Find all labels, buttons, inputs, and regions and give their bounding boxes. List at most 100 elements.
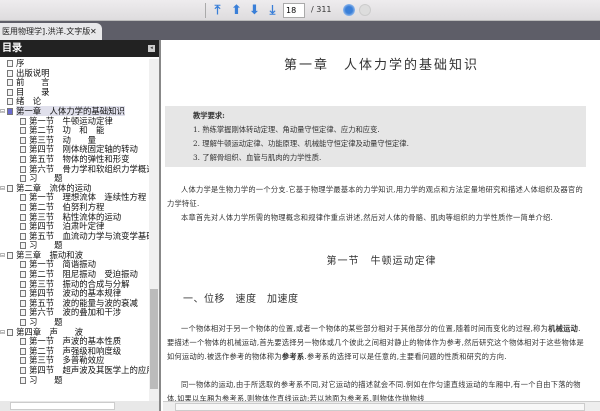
toc-item-label: 第五节 血流动力学与流变学基础 — [29, 230, 149, 241]
page-icon — [20, 347, 26, 355]
intro-paragraph: 人体力学是生物力学的一个分支.它基于物理学最基本的力学知识,用力学的观点和方法定… — [167, 185, 584, 208]
text: .参考系的选择可以是任意的,主要看问题的性质和研究的方向. — [304, 352, 507, 361]
stop-icon[interactable] — [359, 4, 371, 16]
body-paragraph: 一个物体相对于另一个物体的位置,或者一个物体的某些部分相对于其他部分的位置,随着… — [167, 322, 585, 364]
toc-item-label: 第五节 波的能量与波的衰减 — [29, 297, 138, 308]
requirements-box: 教学要求: 1. 熟练掌握刚体转动定理、角动量守恒定律、应力和应变. 2. 理解… — [165, 106, 586, 167]
toc-item-label: 第四章 声 波 — [16, 326, 83, 337]
document-horizontal-scrollbar[interactable] — [163, 401, 600, 411]
page-icon — [20, 232, 26, 240]
toc-item-label: 第六节 波的叠加和干涉 — [29, 307, 122, 318]
toc-item-label: 第三节 动 量 — [29, 134, 96, 145]
toolbar-divider — [205, 3, 206, 18]
toc-item-label: 第一章 人体力学的基础知识 — [16, 105, 125, 116]
toc-item-label: 第三节 粘性流体的运动 — [29, 211, 122, 222]
toc-item-label: 习 题 — [29, 317, 63, 328]
toc-item-label: 第一节 简谐振动 — [29, 259, 96, 270]
page-icon — [20, 213, 26, 221]
sidebar-title: 目录 — [2, 43, 22, 54]
chapter-title: 第一章 人体力学的基础知识 — [283, 58, 479, 73]
toc-item-label: 第二节 伯努利方程 — [29, 201, 105, 212]
toc-item-label: 第二节 功 和 能 — [29, 125, 105, 136]
toc-item[interactable]: 第四节 超声波及其医学上的应用 — [0, 365, 149, 376]
sidebar-vertical-scrollbar[interactable] — [149, 59, 159, 401]
page-icon — [7, 98, 13, 106]
sidebar-horizontal-scrollbar[interactable] — [0, 401, 159, 411]
toc-item-label: 习 题 — [29, 173, 63, 184]
toc-item-label: 第六节 骨力学和软组织力学概述 — [29, 163, 149, 174]
page-icon — [7, 60, 13, 67]
page-icon — [20, 280, 26, 288]
page-icon — [20, 165, 26, 173]
requirement-item: 3. 了解骨组织、血管与肌肉的力学性质. — [193, 153, 322, 162]
page-icon — [7, 79, 13, 87]
previous-page-icon[interactable]: ⬆ — [229, 3, 244, 18]
toc-item[interactable]: 第六节 波的叠加和干涉 — [0, 308, 149, 318]
page-icon — [20, 357, 26, 365]
toolbar: ⤒ ⬆ ⬇ ⤓ / 311 — [0, 0, 600, 21]
page-icon — [20, 319, 26, 327]
toc-item[interactable]: 第六节 骨力学和软组织力学概述 — [0, 163, 149, 175]
requirements-heading: 教学要求: — [193, 111, 225, 120]
toc-item-label: 第五节 物体的弹性和形变 — [29, 153, 130, 164]
next-page-icon[interactable]: ⬇ — [247, 3, 262, 18]
toc-sidebar: 目录 ◂ 序出版说明前 言目 录绪 论 ⊟ 第一章 人体力学的基础知识 第一节 牛顿运… — [0, 40, 161, 411]
page-icon — [7, 69, 13, 77]
collapse-sidebar-button[interactable]: ◂ — [148, 45, 155, 52]
first-page-icon[interactable]: ⤒ — [210, 3, 225, 18]
page-icon — [20, 309, 26, 317]
toc-item[interactable]: 第五节 血流动力学与流变学基础 — [0, 230, 149, 242]
page-icon — [20, 155, 26, 163]
page-icon — [20, 136, 26, 144]
page-icon — [20, 194, 26, 202]
page-icon — [20, 299, 26, 307]
section-title: 第一节 牛顿运动定律 — [326, 256, 437, 267]
scrollbar-thumb[interactable] — [175, 403, 585, 411]
toc-item-label: 第四节 刚体绕固定轴的转动 — [29, 144, 138, 155]
page-icon — [7, 88, 13, 96]
tab-document[interactable]: 医用物理学].洪洋.文字版 ✕ — [0, 23, 102, 40]
toc-item-label: 第二章 流体的运动 — [16, 182, 92, 193]
requirement-item: 1. 熟练掌握刚体转动定理、角动量守恒定律、应力和应变. — [193, 125, 380, 134]
toc-item-label: 出版说明 — [16, 67, 50, 78]
toc-item-label: 第一节 牛顿运动定律 — [29, 115, 113, 126]
term: 机械运动 — [548, 324, 579, 333]
expand-toggle-icon[interactable]: ⊟ — [0, 328, 5, 338]
toc-item[interactable]: 习 题 — [0, 374, 149, 386]
go-icon[interactable] — [343, 4, 355, 16]
toc-item-label: 目 录 — [16, 86, 50, 97]
toc-item-label: 第四节 超声波及其医学上的应用 — [29, 365, 149, 375]
page-icon — [20, 203, 26, 211]
requirement-item: 2. 理解牛顿运动定律、功能原理、机械能守恒定律及动量守恒定律. — [193, 139, 409, 148]
toc-item-label: 第二节 阻尼振动 受迫振动 — [29, 269, 138, 280]
expand-toggle-icon[interactable]: ⊟ — [0, 107, 5, 117]
toc-item-label: 第三节 振动的合成与分解 — [29, 278, 130, 289]
toc-item-label: 第一节 理想流体 连续性方程 — [29, 192, 147, 203]
toc-item-label: 前 言 — [16, 77, 50, 88]
page-icon — [20, 242, 26, 250]
page-icon — [20, 117, 26, 125]
toc-item-label: 第三章 振动和波 — [16, 249, 83, 260]
toc-item-label: 习 题 — [29, 374, 63, 385]
last-page-icon[interactable]: ⤓ — [265, 3, 280, 18]
page-icon — [20, 367, 26, 374]
expand-toggle-icon[interactable]: ⊟ — [0, 251, 5, 261]
close-icon[interactable]: ✕ — [90, 23, 97, 40]
page-icon — [20, 175, 26, 183]
scrollbar-thumb[interactable] — [10, 402, 115, 410]
document-view: 第一章 人体力学的基础知识 教学要求: 1. 熟练掌握刚体转动定理、角动量守恒定… — [163, 40, 600, 411]
tab-bar: 医用物理学].洪洋.文字版 ✕ — [0, 21, 600, 40]
page-icon — [20, 223, 26, 231]
page-icon — [20, 271, 26, 279]
page-icon — [7, 107, 13, 115]
page-icon — [20, 127, 26, 135]
text: 一个物体相对于另一个物体的位置,或者一个物体的某些部分相对于其他部分的位置,随着… — [181, 324, 549, 333]
page-icon — [20, 338, 26, 346]
page-number-input[interactable] — [283, 3, 305, 18]
page-icon — [7, 251, 13, 259]
page-icon — [20, 290, 26, 298]
toc-item-label: 第一节 声波的基本性质 — [29, 336, 122, 347]
scrollbar-thumb[interactable] — [150, 289, 158, 389]
expand-toggle-icon[interactable]: ⊟ — [0, 184, 5, 194]
page-icon — [7, 328, 13, 336]
